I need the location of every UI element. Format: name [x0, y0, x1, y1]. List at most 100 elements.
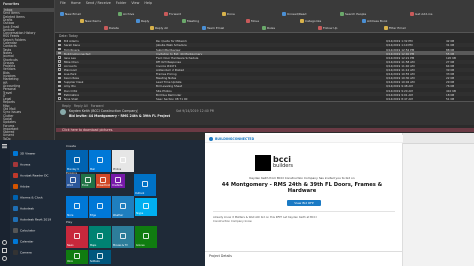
delete-icon — [104, 26, 108, 30]
meeting-button[interactable]: Meeting — [182, 19, 199, 23]
buildingconnected-logo-icon — [209, 137, 213, 141]
user-icon[interactable] — [2, 240, 7, 245]
tile-photos[interactable]: Photos — [112, 150, 134, 172]
tile-xbox[interactable]: Xbox — [66, 250, 88, 264]
email-subject: Bid Invite: 44 Montgomery - RMS 24th & 3… — [69, 114, 171, 118]
ribbon-tab-file[interactable]: File — [60, 1, 66, 7]
documents-icon[interactable] — [2, 248, 7, 253]
archive-button[interactable]: Archive — [118, 12, 134, 16]
categorize-button[interactable]: Categorize — [300, 19, 321, 23]
team-email-button[interactable]: Team Email — [202, 26, 224, 30]
reply-all-button[interactable]: Reply All — [150, 26, 168, 30]
tile-news[interactable]: News — [66, 226, 88, 248]
tile-weather[interactable]: Weather — [112, 196, 134, 218]
reply-button[interactable]: Reply — [136, 19, 149, 23]
tile-store[interactable]: Store — [66, 196, 88, 218]
reading-pane-header: Reply Reply All Forward Kayden Keith (BC… — [56, 101, 474, 125]
done-button[interactable]: Done — [222, 12, 235, 16]
app-camera[interactable]: Camera — [13, 250, 32, 255]
maps-icon — [97, 233, 103, 239]
ribbon-tab-send-receive[interactable]: Send / Receive — [86, 1, 111, 7]
tile-excel[interactable]: Excel — [81, 174, 95, 188]
brand-name: BUILDINGCONNECTED — [215, 137, 255, 141]
app-alarms-clock[interactable]: Alarms & Clock — [13, 195, 43, 200]
sender-avatar — [60, 109, 66, 115]
download-pictures-bar[interactable]: Click here to download pictures. — [56, 128, 474, 132]
tile-skype[interactable]: Skype — [135, 198, 157, 216]
section-create[interactable]: Create — [66, 144, 76, 148]
tile-word[interactable]: Word — [66, 174, 80, 188]
archive-icon — [118, 12, 122, 16]
folder-pane: Favorites Inbox Sent Items Deleted Items Dr… — [0, 0, 55, 141]
tile-label: Store — [67, 214, 74, 217]
tile-label: OneNote — [112, 184, 123, 187]
ribbon-button-label: Meeting — [187, 19, 200, 23]
forward-button[interactable]: Forward — [164, 12, 181, 16]
search-people-button[interactable]: Search People — [340, 12, 366, 16]
hamburger-icon[interactable] — [2, 144, 7, 145]
app-3d-viewer[interactable]: 3D Viewer — [13, 151, 35, 156]
weather-icon — [120, 203, 126, 209]
tile-label: Mail — [90, 168, 95, 171]
done-icon — [222, 12, 226, 16]
categorize-icon — [300, 19, 304, 23]
app-label: Adobe — [20, 184, 30, 189]
ribbon-tabs: File Home Send / Receive Folder View Help — [60, 1, 152, 7]
tile-solitaire[interactable]: Solitaire — [89, 250, 111, 264]
app-adobe[interactable]: Adobe — [13, 184, 30, 189]
bcci-logo-subtext: builders — [273, 163, 294, 169]
get-add-ins-button[interactable]: Get Add-ins — [410, 12, 433, 16]
tile-label: Xbox — [67, 260, 73, 263]
reply-all-button[interactable]: Reply All — [74, 104, 88, 108]
reply-button[interactable]: Reply — [62, 104, 71, 108]
unread-read-button[interactable]: Unread/Read — [282, 12, 306, 16]
news-icon — [74, 233, 80, 239]
ribbon-tab-help[interactable]: Help — [144, 1, 152, 7]
list-section-header: Date: Today — [59, 34, 78, 38]
ribbon-button-label: Team Email — [207, 26, 225, 30]
envelope-icon — [58, 52, 61, 55]
app-access[interactable]: Access — [13, 162, 30, 167]
project-title: 44 Montgomery - RMS 24th & 39th FL Doors… — [221, 182, 383, 194]
new-items-button[interactable]: New Items — [80, 19, 101, 23]
tile-edge[interactable]: Edge — [89, 196, 111, 218]
app-calendar[interactable]: Calendar — [13, 239, 34, 244]
app-autodesk-revit-2019[interactable]: Autodesk Revit 2019 — [13, 217, 51, 222]
tile-mail[interactable]: Mail — [89, 150, 111, 172]
tile-movies-tv[interactable]: Movies & TV — [112, 226, 134, 248]
tile-maps[interactable]: Maps — [89, 226, 111, 248]
app-acrobat-reader-dc[interactable]: Acrobat Reader DC — [13, 173, 49, 178]
delete-button[interactable]: Delete — [104, 26, 119, 30]
divider — [213, 211, 395, 212]
section-play[interactable]: Play — [66, 220, 72, 224]
rules-button[interactable]: Rules — [262, 26, 275, 30]
tile-powerpoint[interactable]: PowerPoint — [96, 174, 110, 188]
view-bid-button[interactable]: View Bid RFP — [287, 200, 321, 206]
desktop: File Home Send / Receive Folder View Help New… — [0, 0, 474, 266]
rules-icon — [262, 26, 266, 30]
move-button[interactable]: Move — [246, 19, 259, 23]
envelope-icon — [58, 84, 61, 88]
forward-button[interactable]: Forward — [91, 104, 104, 108]
tile-onenote[interactable]: OneNote — [111, 174, 125, 188]
new-email-button[interactable]: New Email — [60, 12, 81, 16]
power-icon[interactable] — [2, 256, 7, 261]
app-calculator[interactable]: Calculator — [13, 228, 35, 233]
app-autodesk[interactable]: Autodesk — [13, 206, 34, 211]
tile-outlook[interactable]: Outlook — [134, 174, 156, 196]
tile-label: Outlook — [135, 192, 145, 195]
filter-email-button[interactable]: Filter Email — [384, 26, 406, 30]
tile-groove[interactable]: Groove — [135, 226, 157, 248]
envelope-icon — [58, 56, 61, 59]
ribbon-tab-view[interactable]: View — [131, 1, 139, 7]
address-book-button[interactable]: Address Book — [362, 19, 387, 23]
reading-toolbar: Reply Reply All Forward — [62, 104, 104, 108]
follow-up-button[interactable]: Follow Up — [318, 26, 337, 30]
ribbon-tab-home[interactable]: Home — [71, 1, 81, 7]
ribbon-button-label: Follow Up — [323, 26, 338, 30]
word-icon — [70, 177, 76, 183]
ribbon-tab-folder[interactable]: Folder — [116, 1, 126, 7]
sender-name[interactable]: Kayden Keith (BCCI Construction Company) — [69, 109, 138, 113]
tile-label: Photos — [113, 168, 122, 171]
tile-monday-9[interactable]: Monday 9 — [66, 150, 88, 172]
